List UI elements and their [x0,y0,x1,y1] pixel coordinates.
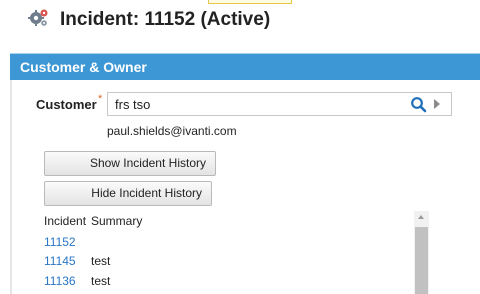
history-row: 11145 test [44,254,110,268]
incident-link[interactable]: 11145 [44,254,76,268]
history-list-header: Incident Summary [44,214,142,228]
scrollbar-thumb[interactable] [415,227,428,294]
show-incident-history-button[interactable]: Show Incident History [44,151,216,176]
hide-incident-history-label: Hide Incident History [91,186,202,200]
section-title: Customer & Owner [20,59,147,75]
search-icon[interactable] [410,96,427,113]
gears-icon [28,8,50,28]
column-header-summary: Summary [91,214,143,228]
column-header-incident: Incident [44,214,87,228]
scroll-up-arrow-icon[interactable] [418,215,424,219]
incident-summary: test [91,254,111,268]
customer-label: Customer [36,97,97,112]
page-header: Incident: 11152 (Active) [0,0,480,50]
incident-link[interactable]: 11152 [44,235,76,249]
required-marker: * [98,93,103,105]
triangle-right-icon[interactable] [434,99,440,109]
customer-lookup-field[interactable]: frs tso [107,92,452,116]
section-left-border [10,80,12,294]
history-row: 11152 [44,235,76,249]
customer-email: paul.shields@ivanti.com [107,124,237,138]
section-header-customer-owner[interactable]: Customer & Owner [10,53,480,80]
incident-link[interactable]: 11136 [44,274,76,288]
history-row: 11136 test [44,274,110,288]
page-title: Incident: 11152 (Active) [60,9,271,30]
hide-incident-history-button[interactable]: Hide Incident History [44,181,212,206]
history-scrollbar[interactable] [414,211,429,294]
show-incident-history-label: Show Incident History [89,156,206,170]
customer-value[interactable]: frs tso [115,97,150,112]
incident-summary: test [91,274,111,288]
